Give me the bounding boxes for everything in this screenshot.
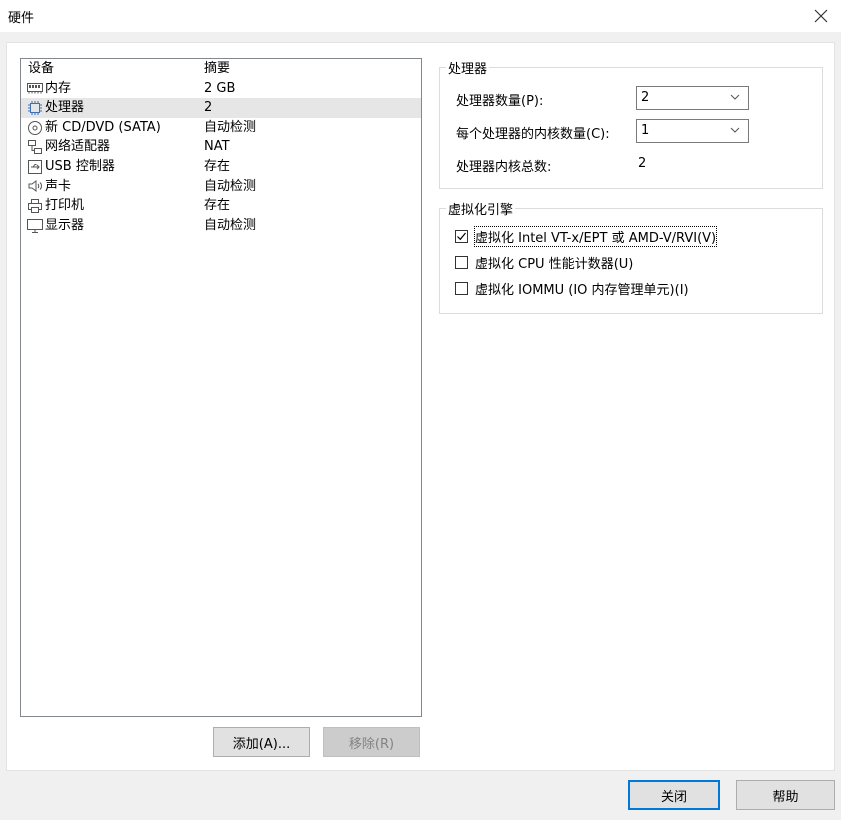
device-name: 处理器 (45, 100, 85, 116)
device-summary: 2 GB (204, 80, 236, 96)
device-row-sound-card[interactable]: 声卡 自动检测 (21, 177, 421, 197)
total-cores-value: 2 (638, 156, 647, 171)
processor-count-select[interactable]: 2 (636, 86, 749, 110)
virtualize-iommu-checkbox[interactable]: 虚拟化 IOMMU (IO 内存管理单元)(I) (455, 279, 689, 298)
device-name: 内存 (45, 80, 72, 96)
device-summary: 自动检测 (204, 178, 257, 194)
device-summary: NAT (204, 139, 230, 155)
virtualize-vtx-checkbox[interactable]: 虚拟化 Intel VT-x/EPT 或 AMD-V/RVI(V) (455, 226, 718, 247)
processor-group-title: 处理器 (446, 58, 490, 77)
device-row-network-adapter[interactable]: 网络适配器 NAT (21, 137, 421, 157)
cores-per-processor-label: 每个处理器的内核数量(C): (456, 127, 610, 142)
processor-count-label: 处理器数量(P): (456, 94, 544, 109)
device-name: USB 控制器 (45, 158, 115, 174)
cd-dvd-icon (27, 120, 43, 136)
checkmark-icon (457, 232, 466, 241)
virtualization-group-title: 虚拟化引擎 (446, 199, 516, 218)
remove-button[interactable]: 移除(R) (323, 727, 420, 757)
memory-icon (27, 80, 43, 96)
dialog-button-bar: 关闭 帮助 (0, 771, 841, 820)
device-name: 新 CD/DVD (SATA) (45, 119, 161, 135)
window-close-button[interactable] (801, 0, 841, 32)
virtualization-group: 虚拟化引擎 虚拟化 Intel VT-x/EPT 或 AMD-V/RVI(V) … (439, 199, 823, 314)
device-summary: 2 (204, 100, 213, 116)
device-list-header: 设备 摘要 (21, 59, 421, 79)
total-cores-label: 处理器内核总数: (456, 160, 552, 175)
device-row-cd-dvd[interactable]: 新 CD/DVD (SATA) 自动检测 (21, 118, 421, 138)
chevron-down-icon (730, 94, 740, 100)
help-button[interactable]: 帮助 (736, 780, 835, 810)
printer-icon (27, 198, 43, 214)
cores-per-processor-select[interactable]: 1 (636, 119, 749, 143)
add-button[interactable]: 添加(A)... (213, 727, 310, 757)
device-name: 打印机 (45, 198, 85, 214)
network-adapter-icon (27, 139, 43, 155)
chevron-down-icon (730, 127, 740, 133)
virtualize-vtx-label: 虚拟化 Intel VT-x/EPT 或 AMD-V/RVI(V) (473, 226, 718, 247)
device-summary: 存在 (204, 158, 231, 174)
window-title: 硬件 (8, 11, 35, 26)
device-name: 网络适配器 (45, 139, 111, 155)
device-summary: 自动检测 (204, 217, 257, 233)
processor-group: 处理器 处理器数量(P): 2 每个处理器的内核数量(C): 1 处理器内核总数… (439, 58, 823, 189)
device-summary: 存在 (204, 198, 231, 214)
hardware-panel: 设备 摘要 内存 2 GB 处理器 2 新 CD/DVD (SATA) 自动检测… (6, 42, 835, 771)
monitor-icon (27, 218, 43, 234)
device-column-header: 设备 (28, 61, 55, 76)
virtualize-cpu-counters-checkbox[interactable]: 虚拟化 CPU 性能计数器(U) (455, 253, 633, 272)
processor-count-value: 2 (641, 90, 650, 105)
usb-icon (27, 159, 43, 175)
device-list[interactable]: 设备 摘要 内存 2 GB 处理器 2 新 CD/DVD (SATA) 自动检测… (20, 58, 422, 717)
checkbox-box[interactable] (455, 256, 468, 269)
cores-per-processor-value: 1 (641, 123, 650, 138)
device-row-usb[interactable]: USB 控制器 存在 (21, 157, 421, 177)
device-row-memory[interactable]: 内存 2 GB (21, 79, 421, 99)
summary-column-header: 摘要 (204, 61, 231, 76)
speaker-icon (27, 178, 43, 194)
device-row-printer[interactable]: 打印机 存在 (21, 196, 421, 216)
device-summary: 自动检测 (204, 119, 257, 135)
virtualize-iommu-label: 虚拟化 IOMMU (IO 内存管理单元)(I) (475, 283, 689, 298)
device-name: 声卡 (45, 178, 72, 194)
title-bar: 硬件 (0, 0, 841, 32)
close-button[interactable]: 关闭 (628, 780, 720, 810)
close-icon (814, 9, 828, 23)
checkbox-box[interactable] (455, 230, 468, 243)
checkbox-box[interactable] (455, 282, 468, 295)
device-row-display[interactable]: 显示器 自动检测 (21, 216, 421, 236)
device-name: 显示器 (45, 217, 85, 233)
virtualize-cpu-counters-label: 虚拟化 CPU 性能计数器(U) (475, 257, 634, 272)
device-row-processor[interactable]: 处理器 2 (21, 98, 421, 118)
processor-icon (27, 100, 43, 116)
